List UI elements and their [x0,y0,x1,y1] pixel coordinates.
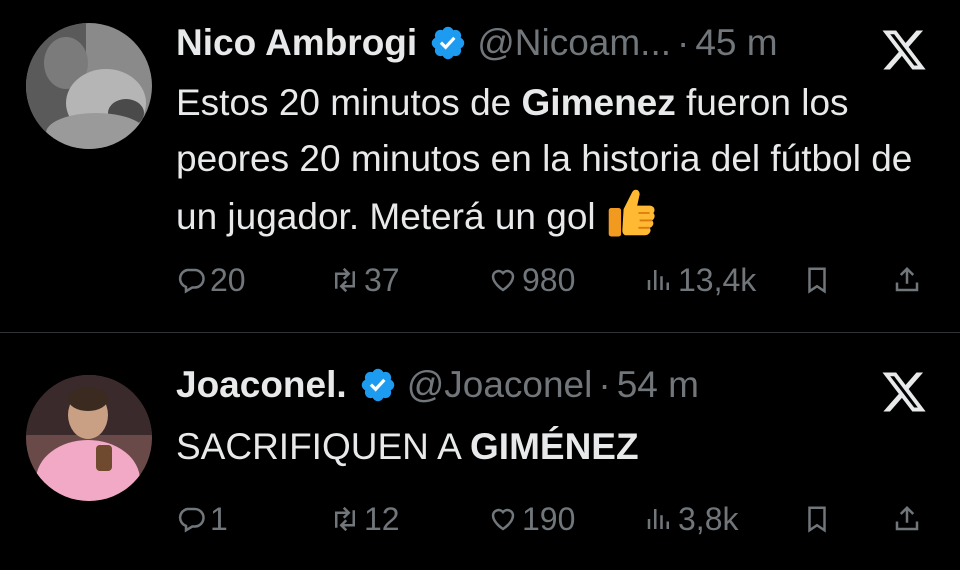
separator-dot: · [598,364,611,405]
x-logo-icon [882,372,926,412]
reply-count: 20 [210,261,246,298]
author-handle[interactable]: @Nicoam... [477,22,671,64]
tweet-header: Joaconel. @Joaconel · 54 m [176,362,699,408]
timestamp[interactable]: 54 m [617,364,699,406]
reply-button[interactable]: 1 [176,497,228,541]
thumbs-up-icon [608,189,655,237]
reply-count: 1 [210,500,228,537]
tweet-actions: 1 12 190 3,8k [176,497,932,541]
views-icon [647,270,669,290]
like-button[interactable]: 190 [488,497,575,541]
retweet-count: 37 [364,261,400,298]
like-count: 980 [522,261,576,298]
author-name[interactable]: Nico Ambrogi [176,22,417,64]
bookmark-button[interactable] [802,497,832,541]
retweet-icon [335,267,355,293]
share-button[interactable] [892,258,922,302]
retweet-count: 12 [364,500,400,537]
tweet-card[interactable]: Joaconel. @Joaconel · 54 m SACRIFIQUEN A… [0,333,960,570]
author-handle[interactable]: @Joaconel [407,364,593,406]
reply-icon [178,268,205,294]
tweet-card[interactable]: Nico Ambrogi @Nicoam... · 45 m Estos 20 … [0,0,960,332]
views-icon [647,509,669,529]
bookmark-button[interactable] [802,258,832,302]
share-icon [895,505,919,531]
verified-badge-icon [361,368,394,402]
tweet-text: Estos 20 minutos de Gimenez fueron los p… [176,82,913,237]
reply-icon [178,507,205,533]
avatar[interactable] [26,375,152,501]
author-name[interactable]: Joaconel. [176,364,347,406]
timestamp[interactable]: 45 m [695,22,777,64]
like-icon [491,269,515,292]
x-logo-icon [882,30,926,70]
like-count: 190 [522,500,576,537]
retweet-button[interactable]: 12 [330,497,400,541]
views-button[interactable]: 3,8k [644,497,738,541]
share-button[interactable] [892,497,922,541]
like-button[interactable]: 980 [488,258,575,302]
share-icon [895,266,919,292]
tweet-text: SACRIFIQUEN A GIMÉNEZ [176,426,639,467]
views-button[interactable]: 13,4k [644,258,756,302]
views-count: 13,4k [678,261,757,298]
tweet-actions: 20 37 980 13,4k [176,258,932,302]
tweet-header: Nico Ambrogi @Nicoam... · 45 m [176,20,778,66]
retweet-button[interactable]: 37 [330,258,400,302]
bookmark-icon [808,506,826,533]
bookmark-icon [808,267,826,294]
reply-button[interactable]: 20 [176,258,246,302]
retweet-icon [335,506,355,532]
views-count: 3,8k [678,500,739,537]
avatar[interactable] [26,23,152,149]
like-icon [491,508,515,531]
verified-badge-icon [431,26,465,60]
separator-dot: · [677,22,690,63]
